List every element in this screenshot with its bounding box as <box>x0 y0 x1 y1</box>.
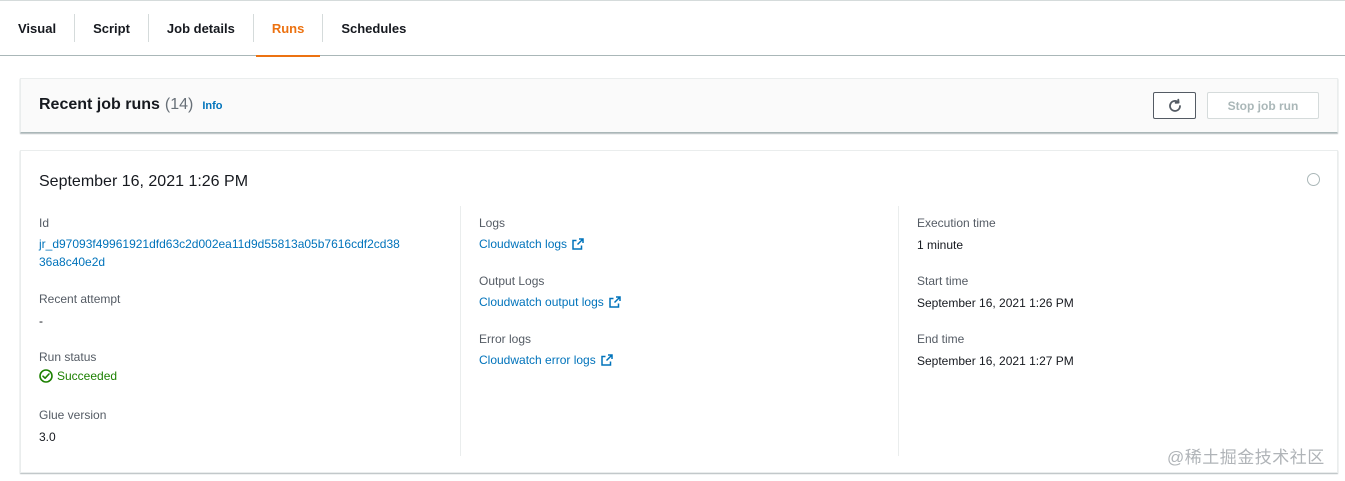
status-badge: Succeeded <box>39 369 117 383</box>
glue-version-label: Glue version <box>39 408 107 422</box>
column-divider <box>460 206 461 456</box>
timing-column: Execution time 1 minute Start time Septe… <box>917 206 1317 456</box>
info-link[interactable]: Info <box>202 100 222 112</box>
end-time-value: September 16, 2021 1:27 PM <box>917 354 1074 368</box>
external-link-icon <box>600 354 613 366</box>
recent-job-runs-header: Recent job runs (14) Info Stop job run <box>20 78 1338 133</box>
check-circle-icon <box>39 369 53 383</box>
run-status-label: Run status <box>39 350 97 364</box>
page: Visual Script Job details Runs Schedules… <box>0 0 1345 481</box>
recent-attempt-field: Recent attempt - <box>39 291 120 329</box>
logs-column: Logs Cloudwatch logs Output Logs Cloudwa… <box>479 206 899 456</box>
start-time-field: Start time September 16, 2021 1:26 PM <box>917 273 1074 311</box>
run-select-radio[interactable] <box>1307 173 1320 186</box>
external-link-icon <box>572 238 584 250</box>
header-title-group: Recent job runs (14) Info <box>39 96 223 114</box>
execution-time-value: 1 minute <box>917 238 964 252</box>
id-field: Id jr_d97093f49961921dfd63c2d002ea11d9d5… <box>39 215 400 271</box>
execution-time-label: Execution time <box>917 216 996 230</box>
end-time-label: End time <box>917 332 965 346</box>
section-title: Recent job runs <box>39 96 160 113</box>
recent-attempt-label: Recent attempt <box>39 292 121 306</box>
tab-runs[interactable]: Runs <box>254 0 323 57</box>
cloudwatch-output-logs-text: Cloudwatch output logs <box>479 295 604 309</box>
cloudwatch-error-logs-link[interactable]: Cloudwatch error logs <box>479 351 613 369</box>
watermark: @稀土掘金技术社区 <box>1167 448 1325 467</box>
cloudwatch-logs-text: Cloudwatch logs <box>479 237 568 251</box>
run-id-line-1: jr_d97093f49961921dfd63c2d002ea11d9d5581… <box>39 237 400 251</box>
glue-version-field: Glue version 3.0 <box>39 407 106 445</box>
job-run-card: September 16, 2021 1:26 PM Id jr_d97093f… <box>20 150 1338 473</box>
cloudwatch-error-logs-text: Cloudwatch error logs <box>479 353 596 367</box>
stop-job-run-button[interactable]: Stop job run <box>1207 92 1319 119</box>
id-label: Id <box>39 216 50 230</box>
execution-time-field: Execution time 1 minute <box>917 215 996 253</box>
tab-script[interactable]: Script <box>75 0 148 56</box>
run-title: September 16, 2021 1:26 PM <box>39 173 249 190</box>
tab-schedules[interactable]: Schedules <box>323 0 424 56</box>
run-id-link[interactable]: jr_d97093f49961921dfd63c2d002ea11d9d5581… <box>39 235 400 271</box>
tab-visual[interactable]: Visual <box>0 0 74 56</box>
tab-job-details[interactable]: Job details <box>149 0 253 56</box>
end-time-field: End time September 16, 2021 1:27 PM <box>917 331 1074 369</box>
run-status-value: Succeeded <box>57 369 118 383</box>
run-id-line-2: 36a8c40e2d <box>39 255 106 269</box>
run-status-field: Run status Succeeded <box>39 349 117 383</box>
refresh-button[interactable] <box>1153 92 1196 119</box>
run-count: (14) <box>164 96 194 113</box>
output-logs-field: Output Logs Cloudwatch output logs <box>479 273 621 311</box>
logs-field: Logs Cloudwatch logs <box>479 215 584 253</box>
logs-label: Logs <box>479 216 506 230</box>
output-logs-label: Output Logs <box>479 274 545 288</box>
error-logs-label: Error logs <box>479 332 532 346</box>
error-logs-field: Error logs Cloudwatch error logs <box>479 331 613 369</box>
glue-version-value: 3.0 <box>39 430 56 444</box>
refresh-icon <box>1168 98 1181 112</box>
tab-bar: Visual Script Job details Runs Schedules <box>0 0 1345 57</box>
cloudwatch-logs-link[interactable]: Cloudwatch logs <box>479 235 584 253</box>
recent-attempt-value: - <box>39 314 43 328</box>
cloudwatch-output-logs-link[interactable]: Cloudwatch output logs <box>479 293 621 311</box>
external-link-icon <box>609 296 621 308</box>
run-details-column: Id jr_d97093f49961921dfd63c2d002ea11d9d5… <box>39 206 459 456</box>
start-time-value: September 16, 2021 1:26 PM <box>917 296 1074 310</box>
start-time-label: Start time <box>917 274 969 288</box>
